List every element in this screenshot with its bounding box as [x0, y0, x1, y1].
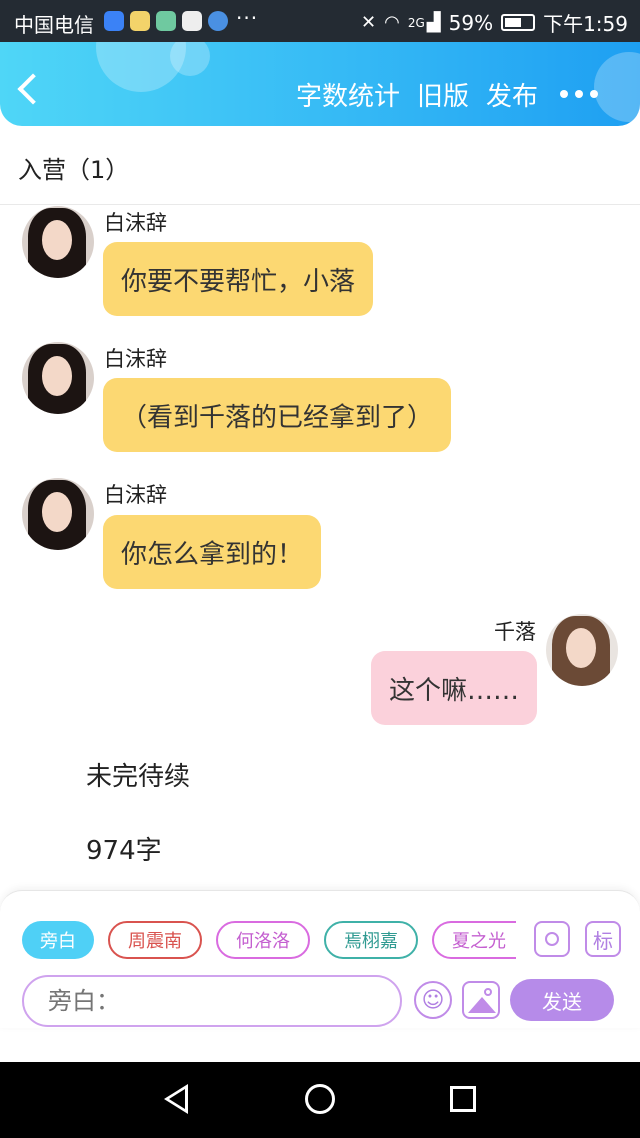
back-triangle-icon[interactable] [164, 1084, 188, 1114]
character-icon[interactable] [534, 921, 570, 957]
message-bubble[interactable]: 你要不要帮忙，小落 [103, 242, 374, 316]
notification-icons [104, 11, 228, 31]
signal-type: 2G [407, 15, 425, 30]
decor-bubble [170, 42, 210, 76]
chat-app-icon [130, 11, 150, 31]
status-bar: 中国电信 ··· ✕ ◠ 2G ▟ 59% 下午1:59 [0, 0, 640, 42]
home-circle-icon[interactable] [305, 1084, 335, 1114]
message-input[interactable] [22, 975, 402, 1027]
battery-percent: 59% [448, 10, 494, 35]
mute-icon: ✕ [361, 12, 377, 33]
sender-name: 白沫辞 [104, 483, 167, 507]
status-right: ✕ ◠ 2G ▟ 59% 下午1:59 [361, 8, 628, 37]
camera-app-icon [156, 11, 176, 31]
avatar[interactable] [22, 478, 94, 550]
image-icon[interactable] [462, 981, 500, 1019]
avatar[interactable] [546, 614, 618, 686]
globe-app-icon [208, 11, 228, 31]
sender-name: 白沫辞 [104, 347, 167, 371]
role-chip[interactable]: 夏之光 [432, 921, 516, 959]
message-bubble[interactable]: （看到千落的已经拿到了） [103, 378, 452, 452]
back-chevron-icon[interactable] [17, 73, 49, 105]
old-version-button[interactable]: 旧版 [417, 76, 469, 113]
chapter-title: 入营（1） [18, 156, 130, 184]
recent-apps-icon[interactable] [450, 1086, 476, 1112]
message-bubble[interactable]: 你怎么拿到的！ [103, 515, 322, 589]
send-button[interactable]: 发送 [510, 979, 614, 1021]
decor-bubble [594, 52, 640, 122]
word-count-button[interactable]: 字数统计 [296, 76, 400, 113]
role-chip[interactable]: 周震南 [108, 921, 202, 959]
to-be-continued-text: 未完待续 [86, 762, 191, 792]
composer-panel: 旁白 周震南 何洛洛 焉栩嘉 夏之光 标 ☺ 发送 [0, 890, 640, 1028]
clock: 下午1:59 [543, 12, 628, 36]
shield-app-icon [104, 11, 124, 31]
carrier-label: 中国电信 [14, 13, 94, 37]
battery-icon [501, 14, 536, 31]
sender-name: 白沫辞 [104, 211, 167, 235]
sender-name: 千落 [494, 620, 536, 644]
top-app-bar: 字数统计 旧版 发布 [0, 42, 640, 126]
wifi-icon: ◠ [384, 12, 400, 33]
paw-app-icon [182, 11, 202, 31]
system-nav-bar [0, 1062, 640, 1138]
signal-icon: ▟ [426, 12, 441, 33]
role-chip[interactable]: 何洛洛 [216, 921, 310, 959]
message-bubble[interactable]: 这个嘛…… [370, 651, 537, 725]
more-options-icon[interactable] [560, 90, 598, 98]
tag-button[interactable]: 标 [585, 921, 621, 957]
role-chip-narrator[interactable]: 旁白 [22, 921, 94, 959]
more-notifications-icon: ··· [236, 6, 259, 30]
publish-button[interactable]: 发布 [486, 76, 538, 113]
avatar[interactable] [22, 206, 94, 278]
avatar[interactable] [22, 342, 94, 414]
word-total-text: 974字 [86, 836, 162, 866]
emoji-icon[interactable]: ☺ [414, 981, 452, 1019]
divider [0, 204, 640, 205]
role-chip[interactable]: 焉栩嘉 [324, 921, 418, 959]
